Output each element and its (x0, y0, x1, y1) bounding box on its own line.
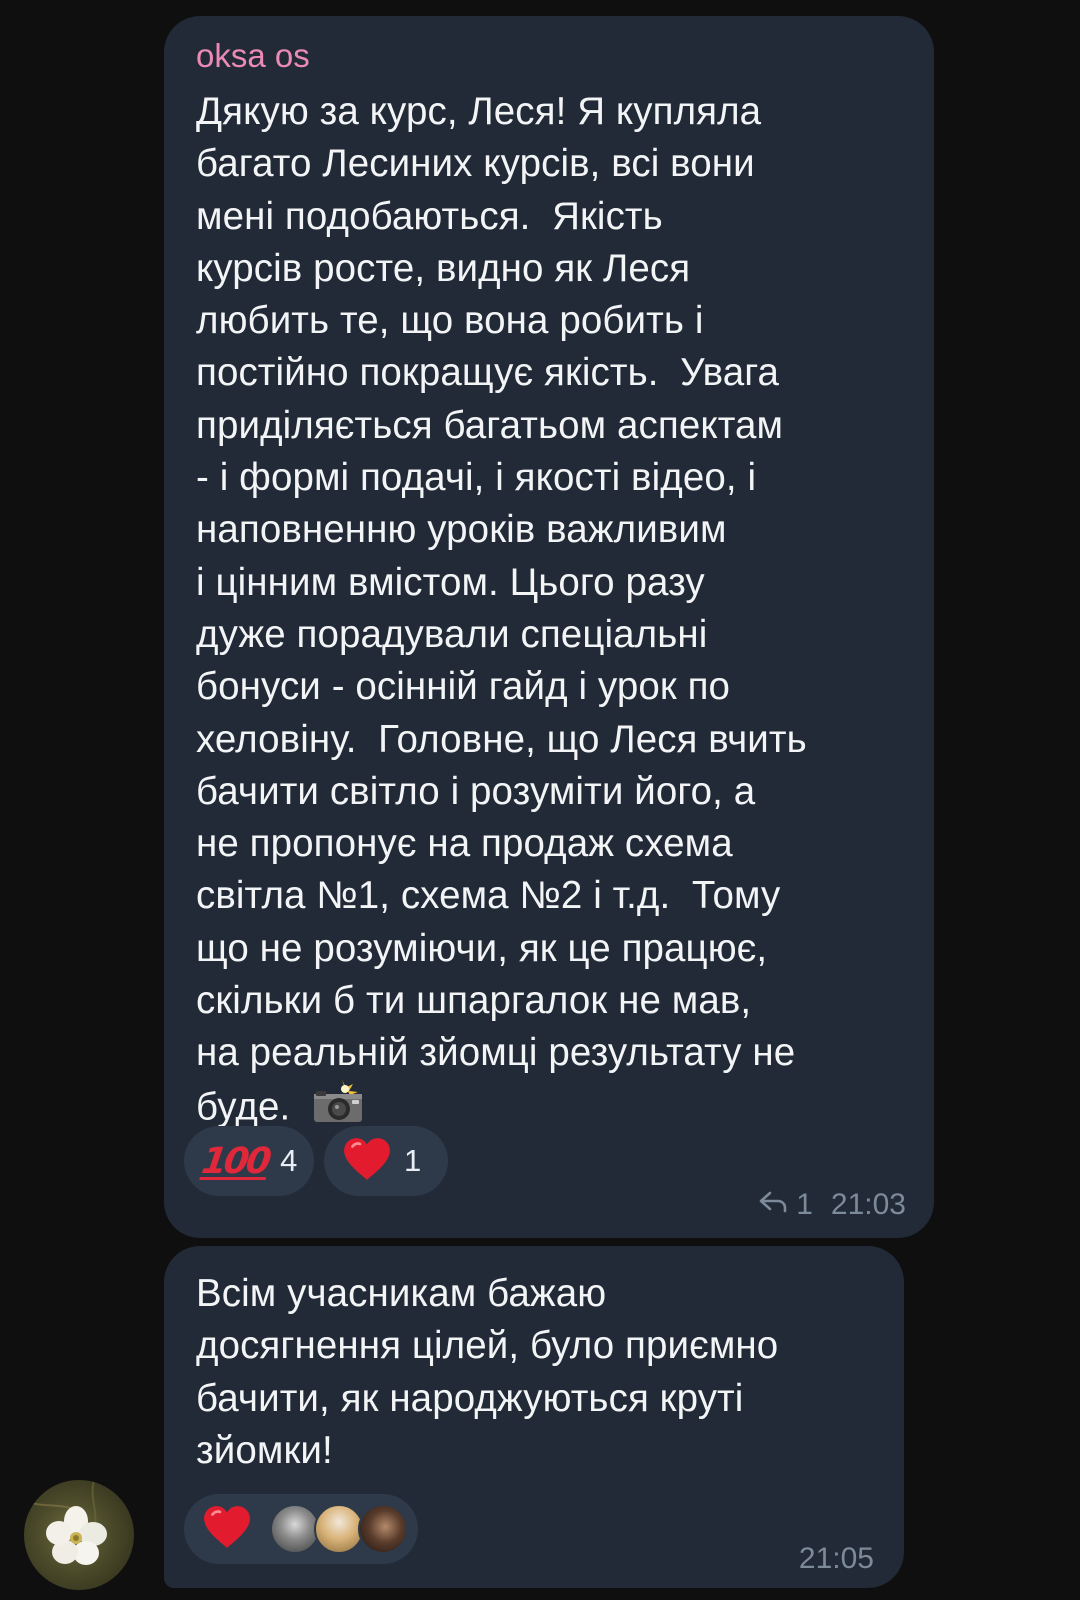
message-bubble[interactable]: oksa os Дякую за курс, Леся! Я купляла б… (164, 16, 934, 1238)
message-time: 21:05 (798, 1542, 874, 1575)
reply-count[interactable]: 1 (796, 1188, 813, 1222)
reactor-avatar-2[interactable] (314, 1504, 364, 1554)
message-bubble[interactable]: Всім учасникам бажаю досягнення цілей, б… (164, 1246, 904, 1588)
message-time: 21:03 (830, 1188, 906, 1221)
reaction-hundred[interactable]: 100 4 (184, 1126, 314, 1196)
message-text: Всім учасникам бажаю досягнення цілей, б… (196, 1272, 779, 1472)
red-heart-icon (202, 1504, 252, 1555)
sender-avatar[interactable] (24, 1480, 134, 1590)
hundred-points-icon: 100 (199, 1140, 272, 1182)
reaction-count: 1 (404, 1143, 422, 1178)
message-meta: 1 21:03 (758, 1188, 906, 1222)
reactor-avatar-1[interactable] (270, 1504, 320, 1554)
reply-arrow-icon (758, 1188, 788, 1222)
flower-icon (24, 1480, 107, 1565)
reaction-heart-with-avatars[interactable] (184, 1494, 418, 1564)
reactor-avatar-3[interactable] (358, 1504, 408, 1554)
message-author[interactable]: oksa os (196, 36, 310, 76)
reaction-heart[interactable]: 1 (324, 1126, 448, 1196)
message-meta: 21:05 (799, 1542, 874, 1576)
reaction-count: 4 (280, 1143, 298, 1178)
message-text: Дякую за курс, Леся! Я купляла багато Ле… (196, 86, 914, 1138)
red-heart-icon (342, 1136, 392, 1187)
